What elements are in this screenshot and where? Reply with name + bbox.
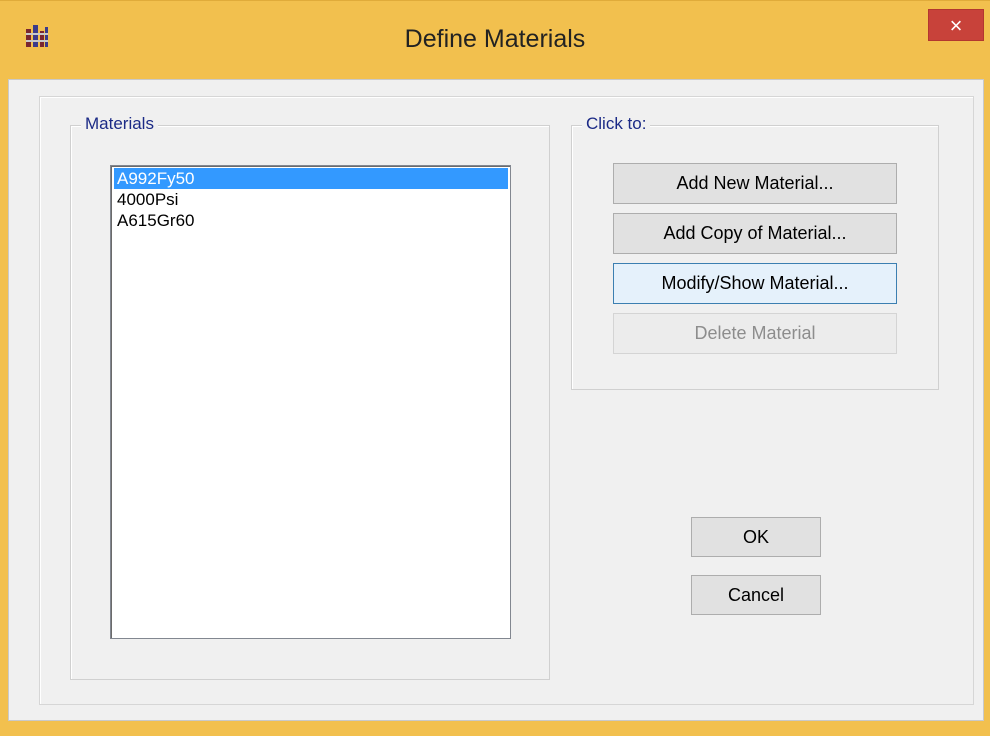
close-icon: × — [949, 13, 963, 38]
delete-material-button[interactable]: Delete Material — [613, 313, 897, 354]
materials-listbox[interactable]: A992Fy50 4000Psi A615Gr60 — [110, 165, 511, 639]
dialog-frame: Materials A992Fy50 4000Psi A615Gr60 Clic… — [39, 96, 974, 705]
dialog-client-area: Materials A992Fy50 4000Psi A615Gr60 Clic… — [8, 79, 984, 721]
add-copy-material-button[interactable]: Add Copy of Material... — [613, 213, 897, 254]
material-item-a992fy50[interactable]: A992Fy50 — [114, 168, 508, 189]
window-title: Define Materials — [404, 25, 586, 53]
actions-group-legend: Click to: — [582, 114, 651, 134]
material-item-4000psi[interactable]: 4000Psi — [114, 189, 508, 210]
material-item-a615gr60[interactable]: A615Gr60 — [114, 210, 508, 231]
modify-show-material-button[interactable]: Modify/Show Material... — [613, 263, 897, 304]
close-button[interactable]: × — [928, 9, 984, 41]
materials-group-legend: Materials — [81, 114, 158, 134]
add-new-material-button[interactable]: Add New Material... — [613, 163, 897, 204]
cancel-button[interactable]: Cancel — [691, 575, 821, 615]
title-bar[interactable]: Define Materials × — [0, 1, 990, 79]
dialog-window: Define Materials × Materials A992Fy50 40… — [0, 0, 990, 736]
ok-button[interactable]: OK — [691, 517, 821, 557]
